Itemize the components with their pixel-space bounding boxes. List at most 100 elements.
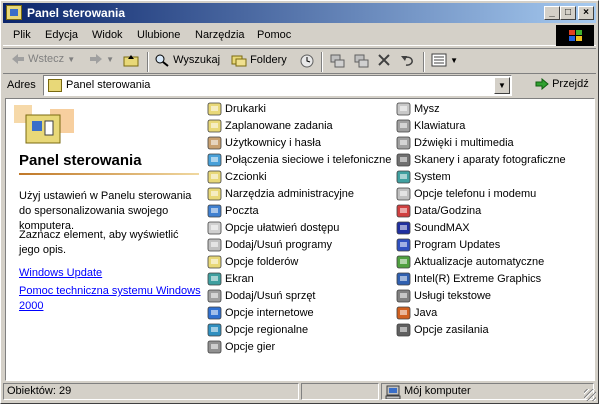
close-button[interactable]: × xyxy=(578,6,594,20)
control-panel-item-label: Dodaj/Usuń sprzęt xyxy=(225,290,316,302)
internet-options-icon xyxy=(207,305,223,321)
address-dropdown-icon[interactable]: ▼ xyxy=(494,77,510,94)
control-panel-item-label: Ekran xyxy=(225,273,254,285)
add-hardware-icon xyxy=(207,288,223,304)
maximize-button[interactable]: □ xyxy=(560,6,576,20)
search-label: Wyszukaj xyxy=(173,53,221,66)
control-panel-item-label: Opcje telefonu i modemu xyxy=(414,188,537,200)
toolbar-separator xyxy=(147,52,149,72)
web-view-pane: Panel sterowania Użyj ustawień w Panelu … xyxy=(6,99,206,380)
pane-hint: Zaznacz element, aby wyświetlić jego opi… xyxy=(19,229,179,256)
go-arrow-icon xyxy=(535,78,549,91)
control-panel-icon xyxy=(6,5,22,20)
control-panel-item-label: Skanery i aparaty fotograficzne xyxy=(414,154,566,166)
forward-dropdown-icon[interactable]: ▼ xyxy=(106,55,114,64)
accessibility-icon xyxy=(207,220,223,236)
control-panel-item-label: Połączenia sieciowe i telefoniczne xyxy=(225,154,392,166)
menu-edit[interactable]: Edycja xyxy=(45,29,78,41)
mouse-icon xyxy=(396,101,412,117)
views-button[interactable]: ▼ xyxy=(431,53,458,71)
folder-options-icon xyxy=(207,254,223,270)
soundmax-icon xyxy=(396,220,412,236)
history-icon xyxy=(300,54,314,68)
scanners-icon xyxy=(396,152,412,168)
network-icon xyxy=(207,152,223,168)
resize-grip[interactable] xyxy=(584,389,596,401)
windows-update-link[interactable]: Windows Update xyxy=(19,266,204,281)
menu-help[interactable]: Pomoc xyxy=(257,29,291,41)
search-button[interactable]: Wyszukaj xyxy=(154,53,220,71)
pane-divider xyxy=(19,173,199,175)
control-panel-item-label: Program Updates xyxy=(414,239,501,251)
printer-icon xyxy=(207,101,223,117)
automatic-updates-icon xyxy=(396,254,412,270)
control-panel-item-label: Mysz xyxy=(414,103,440,115)
control-panel-item-label: Opcje folderów xyxy=(225,256,299,268)
up-folder-icon xyxy=(123,55,139,67)
menu-bar: Plik Edycja Widok Ulubione Narzędzia Pom… xyxy=(3,25,596,46)
undo-icon xyxy=(401,56,413,66)
move-to-button[interactable] xyxy=(329,53,345,71)
go-button[interactable]: Przejdź xyxy=(535,78,589,91)
menu-favorites[interactable]: Ulubione xyxy=(137,29,180,41)
status-empty-pane xyxy=(301,383,379,400)
date-time-icon xyxy=(396,203,412,219)
intel-graphics-icon xyxy=(396,271,412,287)
undo-button[interactable] xyxy=(400,53,416,71)
explorer-window: Panel sterowania _ □ × Plik Edycja Widok… xyxy=(0,0,599,404)
delete-button[interactable] xyxy=(377,53,391,71)
forward-button[interactable]: ▼ xyxy=(89,53,114,71)
control-panel-item-label: Dodaj/Usuń programy xyxy=(225,239,332,251)
address-label: Adres xyxy=(7,79,36,91)
menu-tools[interactable]: Narzędzia xyxy=(195,29,245,41)
history-button[interactable] xyxy=(299,53,315,71)
toolbar-separator xyxy=(321,52,323,72)
mail-icon xyxy=(207,203,223,219)
java-icon xyxy=(396,305,412,321)
views-dropdown-icon[interactable]: ▼ xyxy=(450,56,458,65)
control-panel-item-label: SoundMAX xyxy=(414,222,470,234)
control-panel-item-label: Klawiatura xyxy=(414,120,466,132)
control-panel-item-label: Opcje ułatwień dostępu xyxy=(225,222,340,234)
status-zone-pane: Mój komputer xyxy=(381,383,594,400)
control-panel-item-label: Narzędzia administracyjne xyxy=(225,188,354,200)
regional-options-icon xyxy=(207,322,223,338)
copy-to-icon xyxy=(354,54,369,68)
pane-title: Panel sterowania xyxy=(19,152,142,169)
control-panel-item-label: Java xyxy=(414,307,438,319)
back-button[interactable]: Wstecz ▼ xyxy=(11,53,75,71)
control-panel-item-label: Dźwięki i multimedia xyxy=(414,137,514,149)
control-panel-item-label: System xyxy=(414,171,451,183)
system-icon xyxy=(396,169,412,185)
keyboard-icon xyxy=(396,118,412,134)
menu-file[interactable]: Plik xyxy=(13,29,31,41)
control-panel-item-label: Opcje zasilania xyxy=(414,324,489,336)
control-panel-item-label: Intel(R) Extreme Graphics xyxy=(414,273,542,285)
views-icon xyxy=(431,53,447,67)
back-dropdown-icon[interactable]: ▼ xyxy=(67,55,75,64)
minimize-button[interactable]: _ xyxy=(544,6,560,20)
status-object-count-pane: Obiektów: 29 xyxy=(3,383,299,400)
back-label: Wstecz xyxy=(28,53,65,65)
add-remove-programs-icon xyxy=(207,237,223,253)
control-panel-item-label: Data/Godzina xyxy=(414,205,482,217)
phone-modem-icon xyxy=(396,186,412,202)
copy-to-button[interactable] xyxy=(353,53,369,71)
menu-view[interactable]: Widok xyxy=(92,29,123,41)
up-folder-button[interactable] xyxy=(123,53,139,71)
move-to-icon xyxy=(330,54,345,68)
control-panel-item-label: Poczta xyxy=(225,205,259,217)
title-bar[interactable]: Panel sterowania _ □ × xyxy=(3,3,596,23)
my-computer-icon xyxy=(385,385,401,399)
content-view: Panel sterowania Użyj ustawień w Panelu … xyxy=(5,98,595,381)
folders-button[interactable]: Foldery xyxy=(231,53,287,71)
admin-tools-icon xyxy=(207,186,223,202)
back-arrow-icon xyxy=(12,54,24,65)
toolbar-separator xyxy=(423,52,425,72)
windows-support-link[interactable]: Pomoc techniczna systemu Windows 2000 xyxy=(19,284,204,314)
search-icon xyxy=(155,54,169,67)
address-input[interactable]: Panel sterowania ▼ xyxy=(43,75,512,96)
text-services-icon xyxy=(396,288,412,304)
game-controllers-icon xyxy=(207,339,223,355)
control-panel-item-label: Opcje internetowe xyxy=(225,307,314,319)
